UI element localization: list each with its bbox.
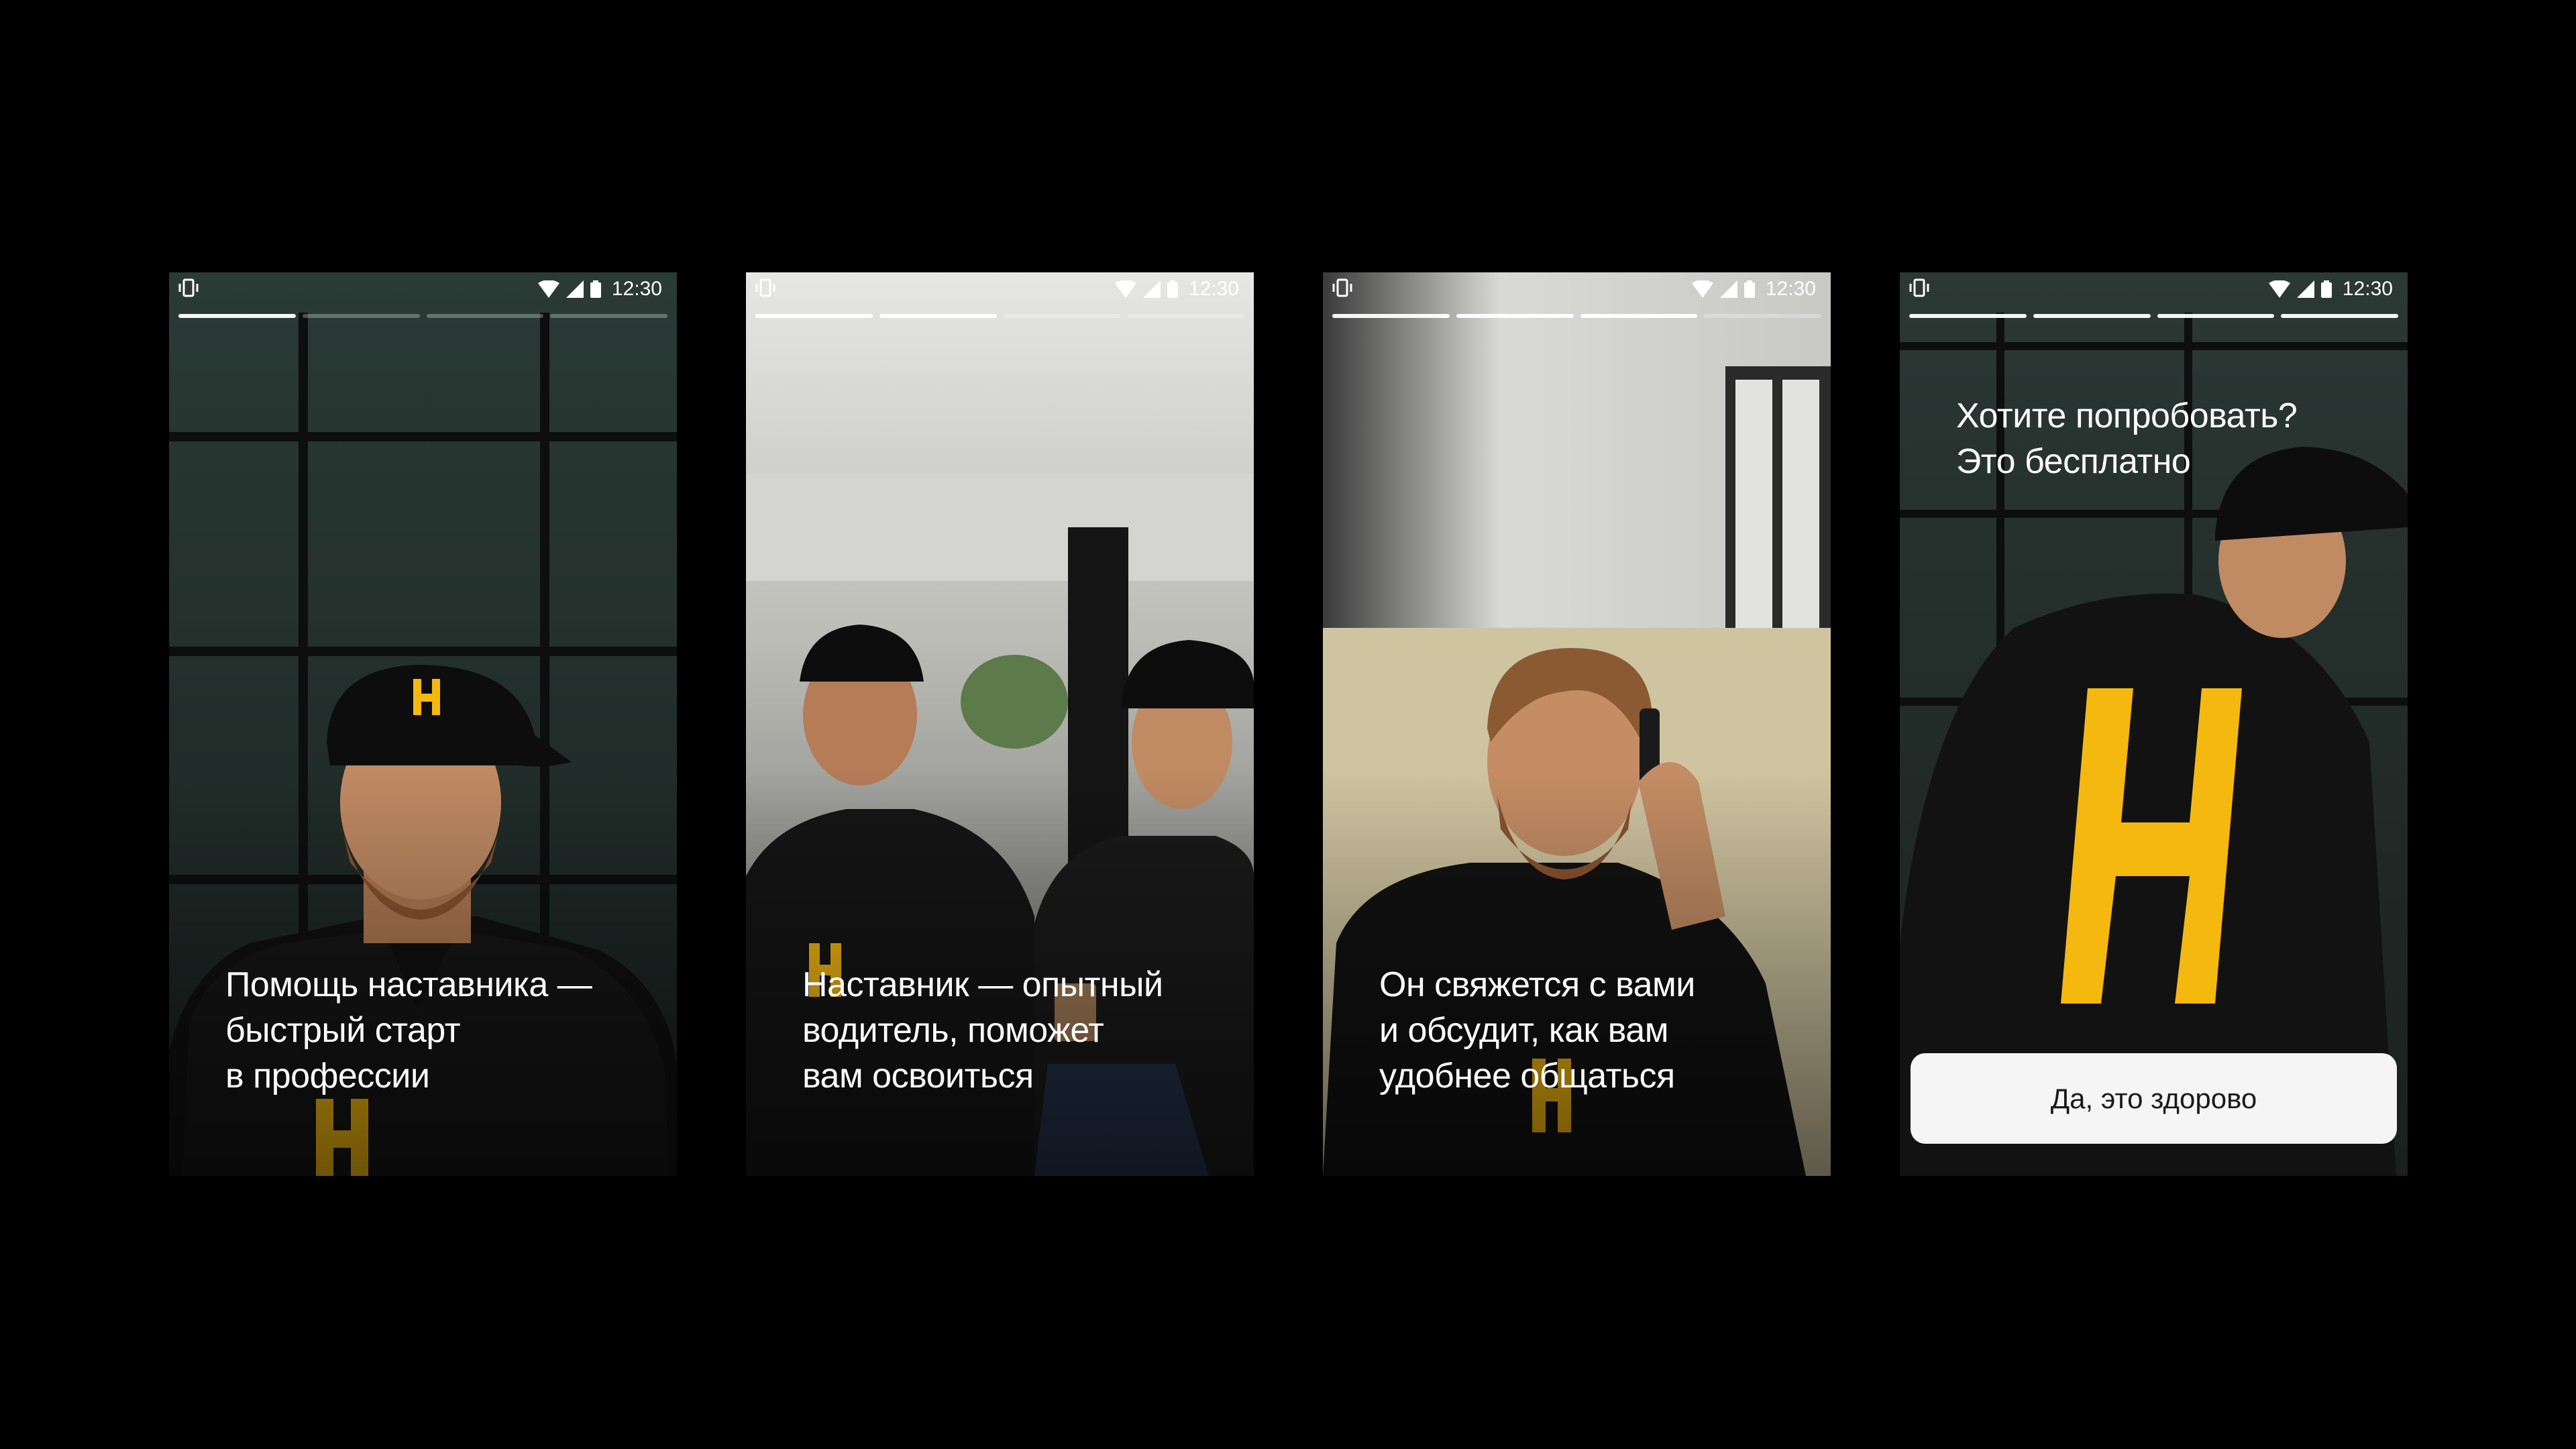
- status-bar: 12:30: [1900, 272, 2408, 307]
- caption-line: Наставник — опытный: [802, 965, 1163, 1004]
- caption-line: Помощь наставника —: [225, 965, 592, 1004]
- confirm-button[interactable]: Да, это здорово: [1911, 1053, 2397, 1144]
- story-caption: Наставник — опытный водитель, поможет ва…: [802, 962, 1232, 1099]
- progress-segment: [2157, 314, 2275, 318]
- wifi-icon: [537, 280, 559, 298]
- signal-icon: [1719, 280, 1737, 298]
- headline-line: Это бесплатно: [1956, 442, 2191, 481]
- battery-icon: [1743, 280, 1755, 298]
- battery-icon: [1167, 280, 1178, 298]
- progress-segment: [550, 314, 667, 318]
- story-caption: Он свяжется с вами и обсудит, как вам уд…: [1379, 962, 1809, 1099]
- vibrate-icon: [178, 278, 199, 297]
- progress-segment: [426, 314, 544, 318]
- progress-segment: [879, 314, 997, 318]
- progress-segment: [2281, 314, 2398, 318]
- wifi-icon: [1691, 280, 1713, 298]
- progress-segment: [302, 314, 420, 318]
- battery-icon: [590, 280, 601, 298]
- story-screen-3[interactable]: 12:30 Он свяжется с вами и обсудит, как …: [1323, 272, 1831, 1176]
- caption-line: быстрый старт: [225, 1011, 461, 1050]
- wifi-icon: [1114, 280, 1136, 298]
- status-time: 12:30: [2342, 278, 2393, 300]
- status-bar: 12:30: [746, 272, 1254, 307]
- progress-segment: [1580, 314, 1698, 318]
- progress-segment: [1909, 314, 2027, 318]
- story-progress: [178, 314, 667, 318]
- progress-segment: [755, 314, 873, 318]
- signal-icon: [566, 280, 584, 298]
- story-progress: [1332, 314, 1821, 318]
- status-time: 12:30: [611, 278, 662, 300]
- progress-segment: [1003, 314, 1121, 318]
- caption-line: Он свяжется с вами: [1379, 965, 1695, 1004]
- progress-segment: [2033, 314, 2151, 318]
- story-screen-4[interactable]: 12:30 Хотите попробовать? Это бесплатно …: [1900, 272, 2408, 1176]
- signal-icon: [2296, 280, 2314, 298]
- status-time: 12:30: [1188, 278, 1239, 300]
- story-progress: [1909, 314, 2398, 318]
- caption-line: в профессии: [225, 1057, 430, 1095]
- vibrate-icon: [1332, 278, 1352, 297]
- story-caption: Помощь наставника — быстрый старт в проф…: [225, 962, 655, 1099]
- signal-icon: [1142, 280, 1161, 298]
- story-screen-2[interactable]: 12:30 Наставник — опытный водитель, помо…: [746, 272, 1254, 1176]
- status-time: 12:30: [1765, 278, 1816, 300]
- progress-segment: [178, 314, 296, 318]
- wifi-icon: [2268, 280, 2290, 298]
- progress-segment: [1456, 314, 1574, 318]
- caption-line: водитель, поможет: [802, 1011, 1104, 1050]
- vibrate-icon: [1909, 278, 1929, 297]
- progress-segment: [1127, 314, 1244, 318]
- progress-segment: [1332, 314, 1450, 318]
- story-progress: [755, 314, 1244, 318]
- status-bar: 12:30: [169, 272, 677, 307]
- vibrate-icon: [755, 278, 775, 297]
- caption-line: удобнее общаться: [1379, 1057, 1675, 1095]
- caption-line: вам освоиться: [802, 1057, 1034, 1095]
- progress-segment: [1704, 314, 1821, 318]
- headline-line: Хотите попробовать?: [1956, 396, 2298, 435]
- story-screen-1[interactable]: 12:30 Помощь наставника — быстрый старт …: [169, 272, 677, 1176]
- status-bar: 12:30: [1323, 272, 1831, 307]
- battery-icon: [2320, 280, 2332, 298]
- caption-line: и обсудит, как вам: [1379, 1011, 1668, 1050]
- story-headline: Хотите попробовать? Это бесплатно: [1956, 393, 2385, 484]
